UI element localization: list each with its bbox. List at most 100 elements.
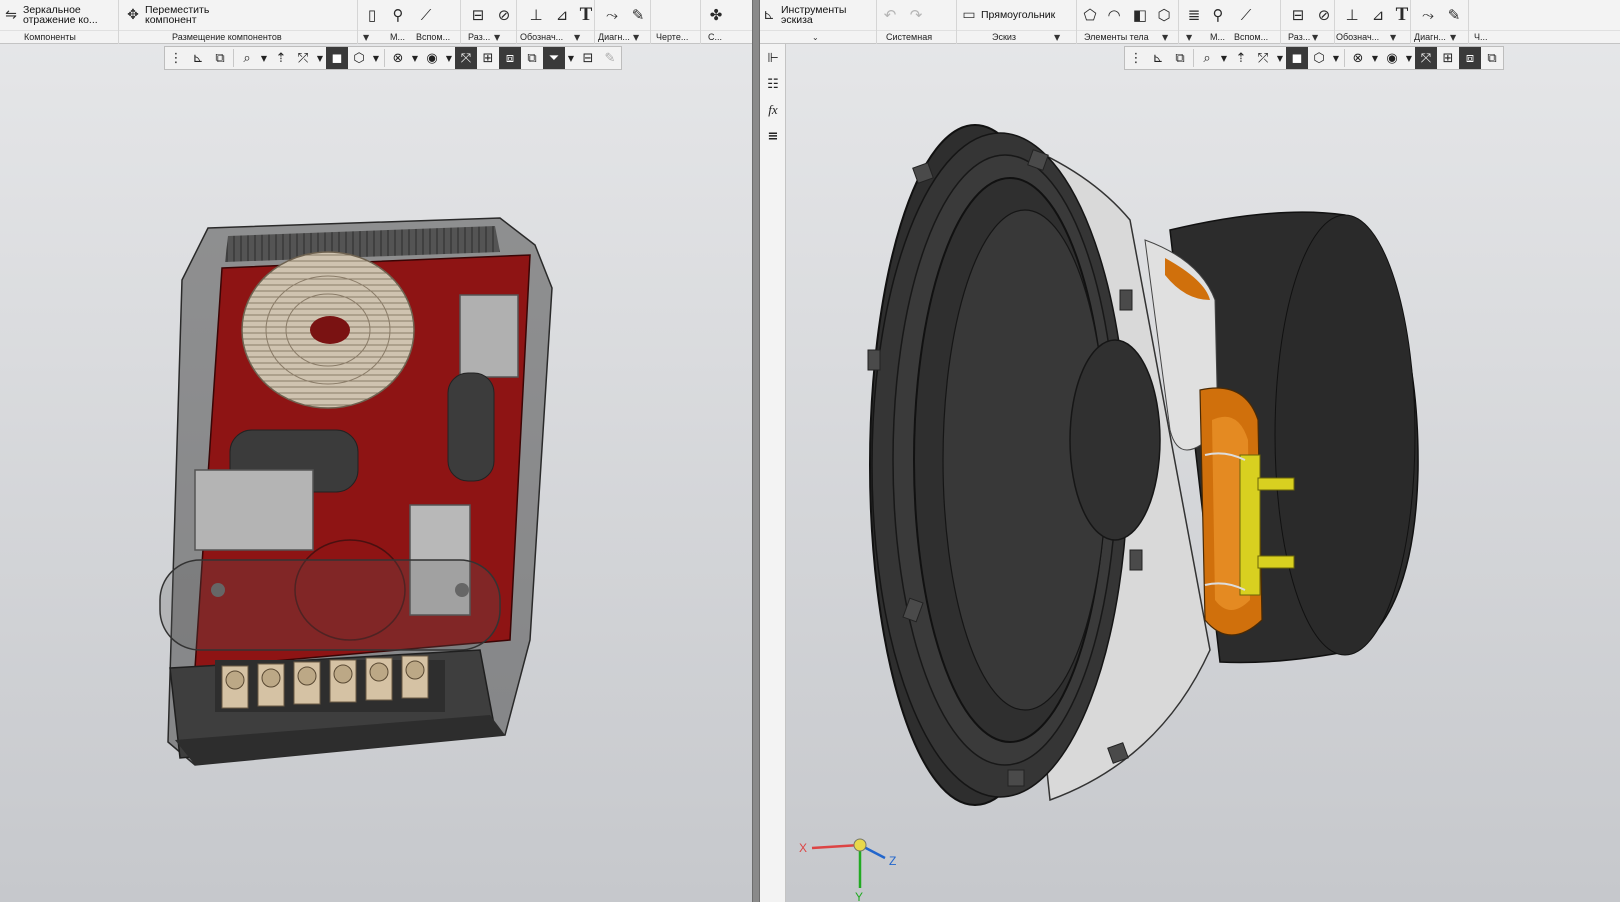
chevron-down-icon[interactable]: ▼ (1054, 33, 1060, 42)
orientation-icon[interactable]: ⊾ (1147, 47, 1169, 69)
array-icon[interactable]: ≣ (1184, 5, 1204, 25)
diagnostics-icon[interactable]: ✎ (1444, 5, 1464, 25)
extrude-icon[interactable]: ⬠ (1080, 5, 1100, 25)
chevron-down-icon[interactable]: ▼ (1162, 33, 1168, 42)
section-icon[interactable]: ⊟ (1288, 5, 1308, 25)
line-tool-icon[interactable]: ⟋ (1236, 5, 1256, 25)
pan-icon[interactable]: ⇡ (270, 47, 292, 69)
viewport-splitter[interactable] (752, 0, 760, 902)
crossover-model (159, 217, 553, 766)
left-view-toolbar: ⋮ ⊾ ⧉ ⌕ ▼ ⇡ ⤱ ▼ ◼ ⬡ ▼ ⊗ ▼ ◉ ▼ ⤧ ⊞ ⧈ ⧉ ⏷ ▼ ⊟ ✎ (164, 46, 622, 70)
section-icon[interactable]: ⊟ (468, 5, 488, 25)
chevron-down-icon[interactable]: ▼ (1186, 33, 1192, 42)
properties-panel-icon[interactable]: ☷ (761, 72, 785, 96)
chevron-down-icon[interactable]: ▼ (1330, 47, 1342, 69)
axis-z-label: Z (889, 854, 897, 868)
rectangle-label: Прямоугольник (981, 9, 1056, 21)
roughness-icon[interactable]: ⊥ (526, 5, 546, 25)
shaded-icon[interactable]: ◼ (326, 47, 348, 69)
chevron-down-icon[interactable]: ▼ (1369, 47, 1381, 69)
snap-icon[interactable]: ⤧ (1415, 47, 1437, 69)
text-icon[interactable]: T (1392, 4, 1412, 25)
menu-icon[interactable]: ≡ (761, 124, 785, 148)
camera-icon[interactable]: ◉ (421, 47, 443, 69)
chevron-down-icon[interactable]: ▼ (633, 33, 639, 42)
rectangle-button[interactable]: ▭ Прямоугольник (960, 2, 1076, 28)
cut-body-icon[interactable]: ⬡ (1154, 5, 1174, 25)
layout-icon[interactable]: ▯ (362, 5, 382, 25)
redo-icon[interactable]: ↷ (906, 5, 926, 25)
layers-icon[interactable]: ⧉ (521, 47, 543, 69)
hide-icon[interactable]: ⊗ (387, 47, 409, 69)
group-ch: Ч... (1474, 32, 1488, 42)
pencil-icon[interactable]: ✎ (599, 47, 621, 69)
views-icon[interactable]: ⧉ (1169, 47, 1191, 69)
group-m: М... (1210, 32, 1225, 42)
cut-icon[interactable]: ⊘ (1314, 5, 1334, 25)
cut-icon[interactable]: ⊘ (494, 5, 514, 25)
wireframe-icon[interactable]: ⬡ (1308, 47, 1330, 69)
leader-icon[interactable]: ⤳ (1418, 5, 1438, 25)
section-view-icon[interactable]: ⊞ (477, 47, 499, 69)
group-designations: Обознач... (520, 32, 564, 42)
section-view-icon[interactable]: ⊞ (1437, 47, 1459, 69)
tree-icon[interactable]: ⊩ (761, 46, 785, 70)
right-3d-viewport[interactable]: X Z Y (786, 44, 1620, 902)
chevron-down-icon[interactable]: ▼ (363, 33, 369, 42)
line-tool-icon[interactable]: ⟋ (416, 5, 436, 25)
chevron-down-icon[interactable]: ▼ (1390, 33, 1396, 42)
wireframe-icon[interactable]: ⬡ (348, 47, 370, 69)
pin-icon[interactable]: ✤ (706, 5, 726, 25)
expand-icon[interactable]: ⌄ (812, 33, 819, 42)
chevron-down-icon[interactable]: ▼ (494, 33, 500, 42)
chevron-down-icon[interactable]: ▼ (1450, 33, 1456, 42)
rotate-icon[interactable]: ⤱ (1252, 47, 1274, 69)
constraint-icon[interactable]: ⚲ (1208, 5, 1228, 25)
chevron-down-icon[interactable]: ▼ (1218, 47, 1230, 69)
properties-icon[interactable]: ⊟ (577, 47, 599, 69)
sketch-tools-label: Инструменты эскиза (781, 4, 847, 26)
chevron-down-icon[interactable]: ▼ (1403, 47, 1415, 69)
layers-icon[interactable]: ⧉ (1481, 47, 1503, 69)
chevron-down-icon[interactable]: ▼ (258, 47, 270, 69)
axis-x-label: X (799, 841, 808, 855)
revolve-icon[interactable]: ◠ (1104, 5, 1124, 25)
orientation-icon[interactable]: ⊾ (187, 47, 209, 69)
constraint-icon[interactable]: ⚲ (388, 5, 408, 25)
diagnostics-icon[interactable]: ✎ (628, 5, 648, 25)
rotate-icon[interactable]: ⤱ (292, 47, 314, 69)
move-component-button[interactable]: ✥ Переместить компонент (124, 2, 234, 28)
loft-icon[interactable]: ◧ (1130, 5, 1150, 25)
base-icon[interactable]: ⊿ (1368, 5, 1388, 25)
views-icon[interactable]: ⧉ (209, 47, 231, 69)
chevron-down-icon[interactable]: ▼ (314, 47, 326, 69)
roughness-icon[interactable]: ⊥ (1342, 5, 1362, 25)
snap-icon[interactable]: ⤧ (455, 47, 477, 69)
leader-icon[interactable]: ⤳ (602, 5, 622, 25)
hide-icon[interactable]: ⊗ (1347, 47, 1369, 69)
left-3d-viewport[interactable] (0, 44, 752, 902)
chevron-down-icon[interactable]: ▼ (370, 47, 382, 69)
filter-icon[interactable]: ⏷ (543, 47, 565, 69)
undo-icon[interactable]: ↶ (880, 5, 900, 25)
display-icon[interactable]: ⧈ (499, 47, 521, 69)
zoom-icon[interactable]: ⌕ (236, 47, 258, 69)
camera-icon[interactable]: ◉ (1381, 47, 1403, 69)
chevron-down-icon[interactable]: ▼ (443, 47, 455, 69)
chevron-down-icon[interactable]: ▼ (409, 47, 421, 69)
chevron-down-icon[interactable]: ▼ (1312, 33, 1318, 42)
chevron-down-icon[interactable]: ▼ (565, 47, 577, 69)
text-icon[interactable]: T (576, 4, 596, 25)
chevron-down-icon[interactable]: ▼ (574, 33, 580, 42)
group-m: М... (390, 32, 405, 42)
variables-icon[interactable]: fx (761, 98, 785, 122)
zoom-icon[interactable]: ⌕ (1196, 47, 1218, 69)
base-icon[interactable]: ⊿ (552, 5, 572, 25)
pan-icon[interactable]: ⇡ (1230, 47, 1252, 69)
display-icon[interactable]: ⧈ (1459, 47, 1481, 69)
mirror-component-button[interactable]: ⇋ Зеркальное отражение ко... (2, 2, 122, 28)
sketch-tools-button[interactable]: ⊾ Инструменты эскиза (760, 2, 872, 28)
chevron-down-icon[interactable]: ▼ (1274, 47, 1286, 69)
shaded-icon[interactable]: ◼ (1286, 47, 1308, 69)
terminal-screws (215, 655, 445, 712)
